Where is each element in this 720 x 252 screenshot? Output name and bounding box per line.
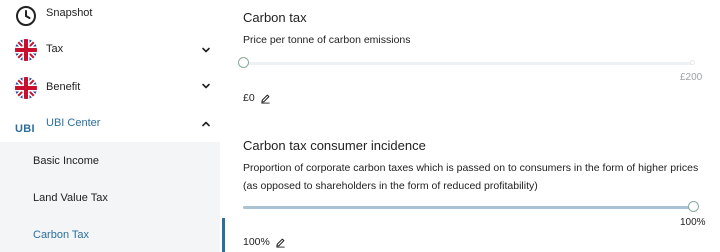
slider-max-label: £200 [680, 72, 703, 83]
param-value: 100% [243, 236, 270, 248]
sidebar-subitem-basic-income[interactable]: Basic Income [0, 142, 220, 179]
sidebar-item-tax[interactable]: Tax [0, 31, 220, 68]
slider-thumb[interactable] [237, 57, 249, 68]
sidebar-item-ubi-center[interactable]: UBI UBI Center [0, 105, 220, 142]
param-value-row[interactable]: 100% [243, 236, 286, 248]
chevron-down-icon[interactable] [199, 43, 213, 57]
slider-track[interactable] [243, 62, 693, 65]
sidebar-subitem-label: Land Value Tax [33, 191, 108, 204]
main-panel: Carbon tax Price per tonne of carbon emi… [225, 0, 720, 252]
param-title: Carbon tax consumer incidence [243, 138, 426, 153]
sidebar-item-label: Benefit [46, 81, 81, 93]
uk-flag-icon [15, 39, 37, 61]
clock-icon [16, 6, 36, 26]
pencil-icon[interactable] [275, 237, 286, 248]
slider-thumb[interactable] [687, 201, 699, 212]
sidebar-subitem-land-value-tax[interactable]: Land Value Tax [0, 179, 220, 216]
sidebar-subitem-label: Carbon Tax [33, 228, 90, 241]
sidebar-subitem-label: Basic Income [33, 154, 100, 167]
param-description: Price per tonne of carbon emissions [243, 34, 411, 46]
param-description: Proportion of corporate carbon taxes whi… [243, 162, 699, 192]
ubi-badge: UBI [15, 123, 35, 135]
sidebar: Snapshot Tax Benefit UBI UBI Center Basi… [0, 0, 225, 252]
chevron-down-icon[interactable] [199, 79, 213, 93]
uk-flag-icon [15, 77, 37, 99]
param-value: £0 [243, 92, 255, 104]
slider-fill [243, 206, 693, 209]
param-title: Carbon tax [243, 10, 307, 25]
pencil-icon[interactable] [260, 93, 271, 104]
chevron-up-icon[interactable] [199, 117, 213, 131]
sidebar-subitem-carbon-tax[interactable]: Carbon Tax [0, 216, 220, 252]
slider-max-label: 100% [680, 217, 706, 228]
sidebar-item-label: Tax [46, 43, 64, 55]
sidebar-item-benefit[interactable]: Benefit [0, 69, 220, 106]
param-value-row[interactable]: £0 [243, 92, 271, 104]
sidebar-item-label: UBI Center [46, 117, 101, 129]
slider-end-marker [690, 60, 695, 65]
sidebar-item-label: Snapshot [46, 7, 93, 19]
